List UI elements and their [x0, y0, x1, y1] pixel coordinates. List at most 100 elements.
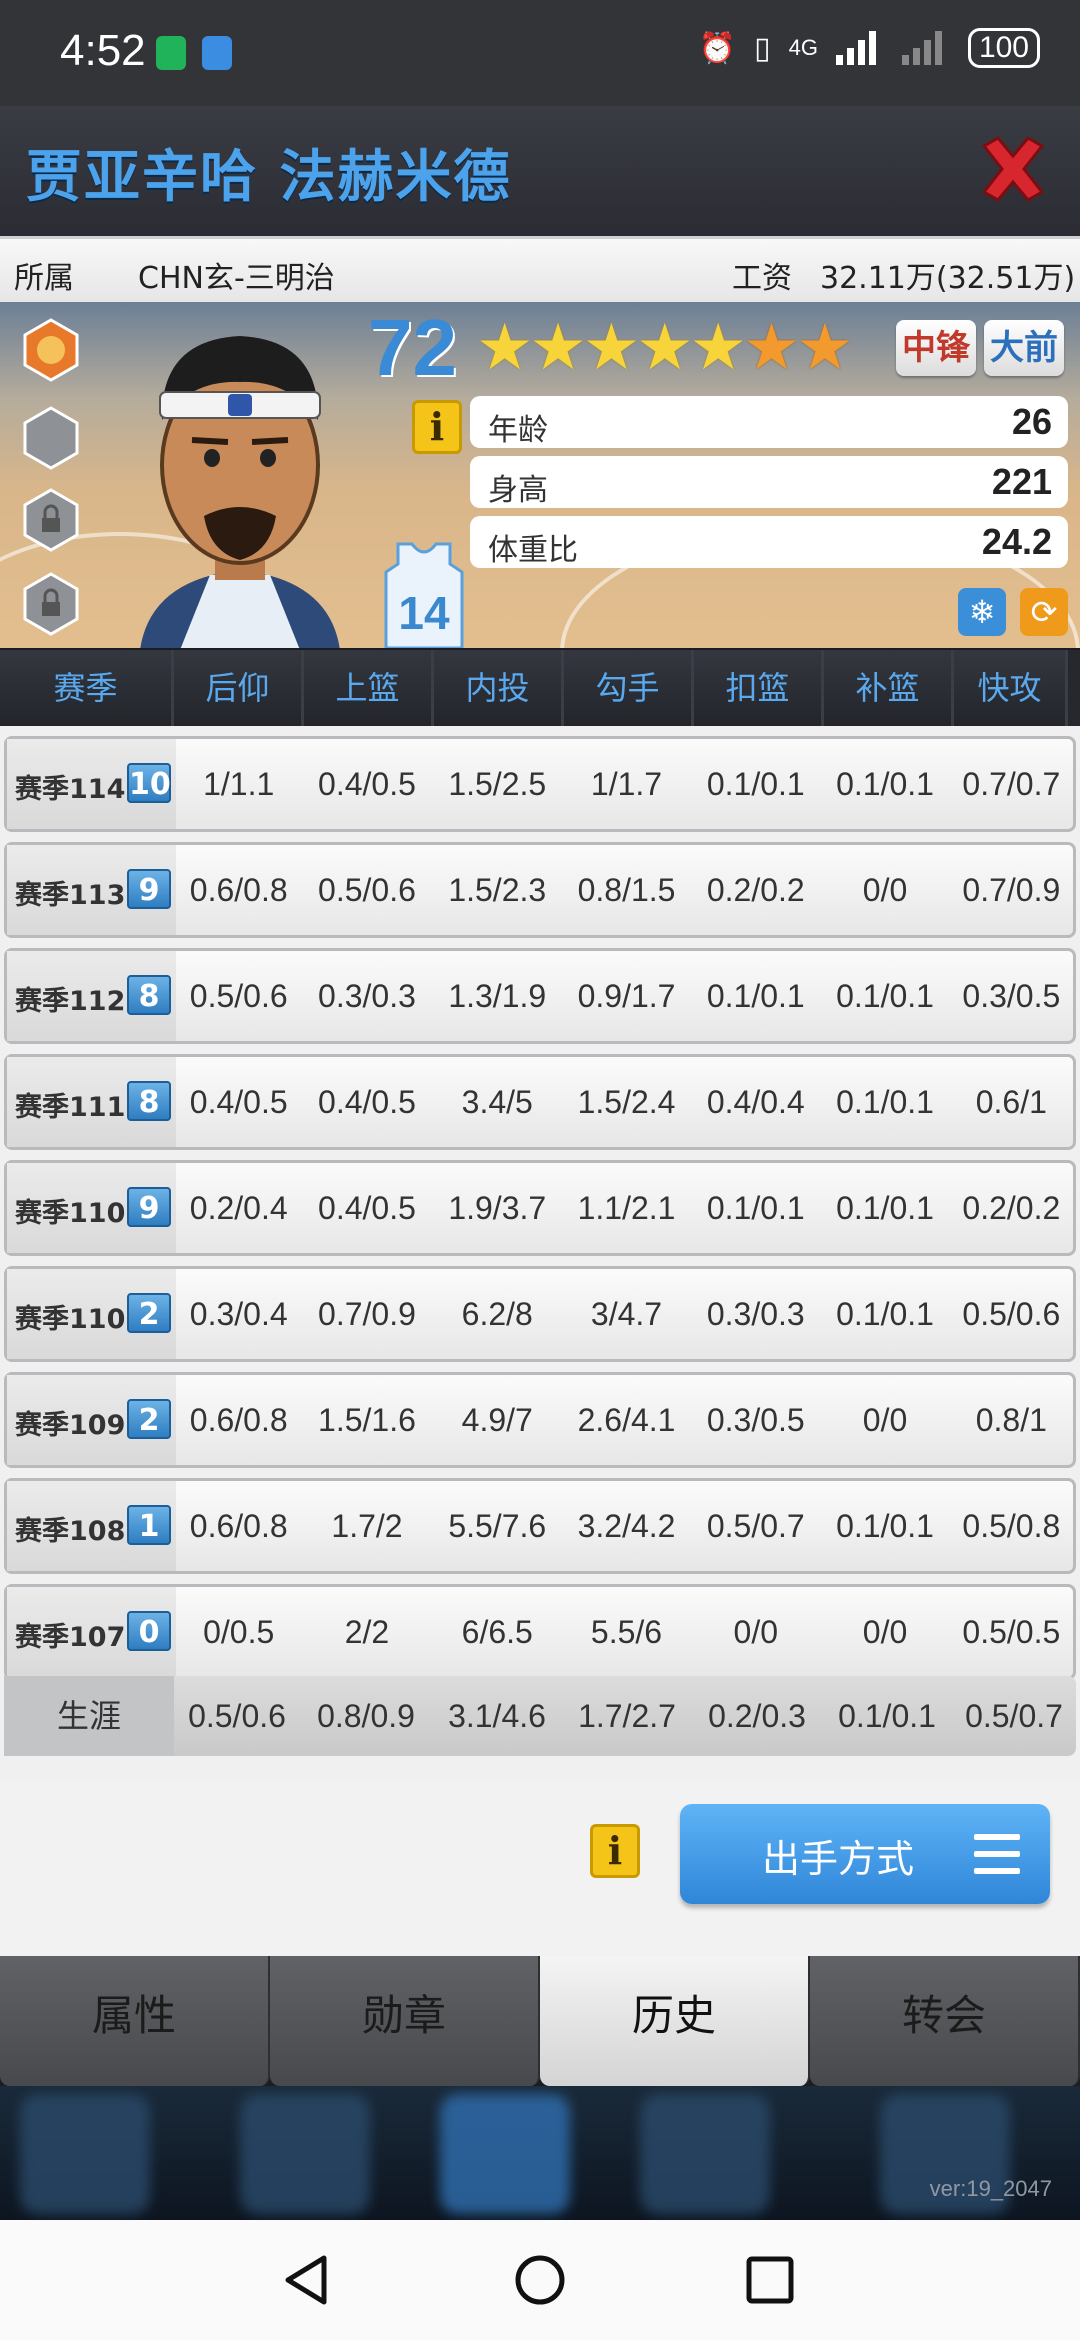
- achievement-badge-icon[interactable]: [22, 318, 80, 382]
- stat-cell: 3.4/5: [461, 1084, 533, 1120]
- table-row[interactable]: 赛季108 1 0.6/0.8 1.7/2 5.5/7.6 3.2/4.2 0.5/0.7 0…: [4, 1478, 1076, 1574]
- position-tag-primary: 中锋: [896, 320, 976, 376]
- column-header[interactable]: 补篮: [824, 650, 954, 726]
- attribute-value: 26: [1011, 401, 1052, 442]
- empty-badge-icon[interactable]: [22, 406, 80, 470]
- blurred-nav-icon: [20, 2094, 150, 2214]
- column-header[interactable]: 勾手: [564, 650, 694, 726]
- season-level-badge: 10: [127, 763, 171, 803]
- player-card: 14 72 ★ ★ ★ ★ ★ ★ ★ 中锋 大前 i 年龄 26 身高 221 体重比 2…: [0, 302, 1080, 648]
- home-icon[interactable]: [510, 2250, 570, 2310]
- recents-icon[interactable]: [740, 2250, 800, 2310]
- stat-cell: 1.3/1.9: [448, 978, 547, 1014]
- attribute-label: 体重比: [488, 533, 578, 568]
- blurred-nav-icon: [240, 2094, 370, 2214]
- shooting-style-button[interactable]: 出手方式: [680, 1804, 1050, 1904]
- swap-refresh-icon[interactable]: ⟳: [1020, 588, 1068, 636]
- season-cell: 赛季112 8: [7, 951, 177, 1041]
- season-label: 赛季107: [15, 1622, 126, 1653]
- back-icon[interactable]: [278, 2250, 338, 2310]
- stat-cell: 0.1/0.1: [836, 1190, 934, 1226]
- stat-cell: 1.5/2.3: [448, 872, 547, 908]
- stat-cell: 0/0: [733, 1614, 779, 1650]
- shooting-style-label: 出手方式: [762, 1837, 915, 1881]
- stat-cell: 0.9/1.7: [577, 978, 676, 1014]
- table-row[interactable]: 赛季113 9 0.6/0.8 0.5/0.6 1.5/2.3 0.8/1.5 0.2/0.…: [4, 842, 1076, 938]
- alarm-icon: ⏰: [698, 31, 737, 65]
- column-header[interactable]: 后仰: [174, 650, 304, 726]
- star-rating: ★ ★ ★ ★ ★ ★ ★: [476, 316, 854, 380]
- career-label: 生涯: [4, 1676, 174, 1756]
- stat-cell: 0.4/0.5: [318, 766, 416, 802]
- column-header[interactable]: 上篮: [304, 650, 434, 726]
- season-label: 赛季108: [15, 1516, 126, 1547]
- blurred-nav-icon: [640, 2094, 770, 2214]
- stat-cell: 0.7/0.9: [318, 1296, 416, 1332]
- stat-cell: 1.5/1.6: [318, 1402, 416, 1438]
- stat-cell: 0.1/0.1: [706, 1190, 805, 1226]
- season-label: 赛季114: [15, 774, 126, 805]
- player-tabs: 属性 勋章 历史 转会: [0, 1956, 1080, 2086]
- signal-2-icon: [901, 31, 942, 65]
- table-row[interactable]: 赛季114 10 1/1.1 0.4/0.5 1.5/2.5 1/1.7 0.1/0.1 0.…: [4, 736, 1076, 832]
- network-type: 4G: [788, 35, 818, 60]
- column-header[interactable]: 赛季: [0, 650, 174, 726]
- jersey-number: 14: [398, 587, 450, 639]
- table-row[interactable]: 赛季112 8 0.5/0.6 0.3/0.3 1.3/1.9 0.9/1.7 0.1/0.…: [4, 948, 1076, 1044]
- career-stat-cell: 0.2/0.3: [708, 1698, 806, 1734]
- career-stat-cell: 0.5/0.7: [965, 1698, 1063, 1734]
- player-name: 贾亚辛哈 法赫米德: [26, 145, 512, 210]
- table-row[interactable]: 赛季109 2 0.6/0.8 1.5/1.6 4.9/7 2.6/4.1 0.3/0.5 0…: [4, 1372, 1076, 1468]
- locked-badge-icon[interactable]: [22, 488, 80, 552]
- tab-medals[interactable]: 勋章: [270, 1956, 540, 2086]
- table-row[interactable]: 赛季107 0 0/0.5 2/2 6/6.5 5.5/6 0/0 0/0 0.5/0.5: [4, 1584, 1076, 1680]
- season-level-badge: 2: [127, 1293, 171, 1333]
- info-icon[interactable]: i: [590, 1824, 640, 1878]
- column-header[interactable]: 快攻: [954, 650, 1068, 726]
- career-stat-cell: 0.8/0.9: [317, 1698, 415, 1734]
- column-header[interactable]: 扣篮: [694, 650, 824, 726]
- column-header[interactable]: 内投: [434, 650, 564, 726]
- stat-cell: 0.3/0.3: [318, 978, 416, 1014]
- season-cell: 赛季110 9: [7, 1163, 177, 1253]
- stat-cell: 2.6/4.1: [577, 1402, 676, 1438]
- locked-badge-icon[interactable]: [22, 572, 80, 636]
- hourglass-app-icon: [156, 36, 186, 70]
- stat-cell: 0.4/0.4: [706, 1084, 805, 1120]
- season-cell: 赛季110 2: [7, 1269, 177, 1359]
- team-salary-row: 所属 CHN玄-三明治 工资 32.11万(32.51万): [0, 236, 1080, 302]
- freeze-snowflake-icon[interactable]: ❄: [958, 588, 1006, 636]
- career-stat-cell: 3.1/4.6: [448, 1698, 546, 1734]
- history-table[interactable]: 赛季114 10 1/1.1 0.4/0.5 1.5/2.5 1/1.7 0.1/0.1 0.…: [0, 726, 1080, 1780]
- season-cell: 赛季108 1: [7, 1481, 177, 1571]
- table-row[interactable]: 赛季110 9 0.2/0.4 0.4/0.5 1.9/3.7 1.1/2.1 0.1/0.…: [4, 1160, 1076, 1256]
- stat-cell: 1/1.1: [203, 766, 275, 802]
- stat-cell: 0.8/1: [975, 1402, 1047, 1438]
- stat-cell: 0.4/0.5: [318, 1084, 416, 1120]
- status-icons: ⏰ ▯ 4G 100: [699, 28, 1040, 68]
- stat-cell: 0.6/0.8: [189, 1402, 288, 1438]
- system-navigation-bar: [0, 2220, 1080, 2340]
- tab-history[interactable]: 历史: [540, 1956, 810, 2086]
- stat-cell: 0.2/0.2: [706, 872, 805, 908]
- attribute-row-height: 身高 221: [470, 456, 1068, 508]
- stat-cell: 0.4/0.5: [318, 1190, 416, 1226]
- salary-label: 工资: [732, 261, 792, 296]
- season-cell: 赛季107 0: [7, 1587, 177, 1677]
- tab-attributes[interactable]: 属性: [0, 1956, 270, 2086]
- stat-cell: 0.2/0.2: [962, 1190, 1061, 1226]
- table-row[interactable]: 赛季111 8 0.4/0.5 0.4/0.5 3.4/5 1.5/2.4 0.4/0.4 0…: [4, 1054, 1076, 1150]
- status-bar: 4:52 ⏰ ▯ 4G 100: [0, 0, 1080, 106]
- stat-cell: 3.2/4.2: [577, 1508, 676, 1544]
- tab-transfer[interactable]: 转会: [810, 1956, 1080, 2086]
- close-icon[interactable]: [976, 132, 1050, 206]
- season-label: 赛季111: [15, 1092, 126, 1123]
- stat-cell: 0.1/0.1: [836, 1296, 934, 1332]
- table-row[interactable]: 赛季110 2 0.3/0.4 0.7/0.9 6.2/8 3/4.7 0.3/0.3 0.1…: [4, 1266, 1076, 1362]
- season-level-badge: 9: [127, 869, 171, 909]
- stat-cell: 1.7/2: [331, 1508, 403, 1544]
- signal-icon: [835, 31, 876, 65]
- stat-cell: 0.6/0.8: [189, 872, 288, 908]
- info-icon[interactable]: i: [412, 400, 462, 454]
- stat-cell: 0.7/0.7: [962, 766, 1061, 802]
